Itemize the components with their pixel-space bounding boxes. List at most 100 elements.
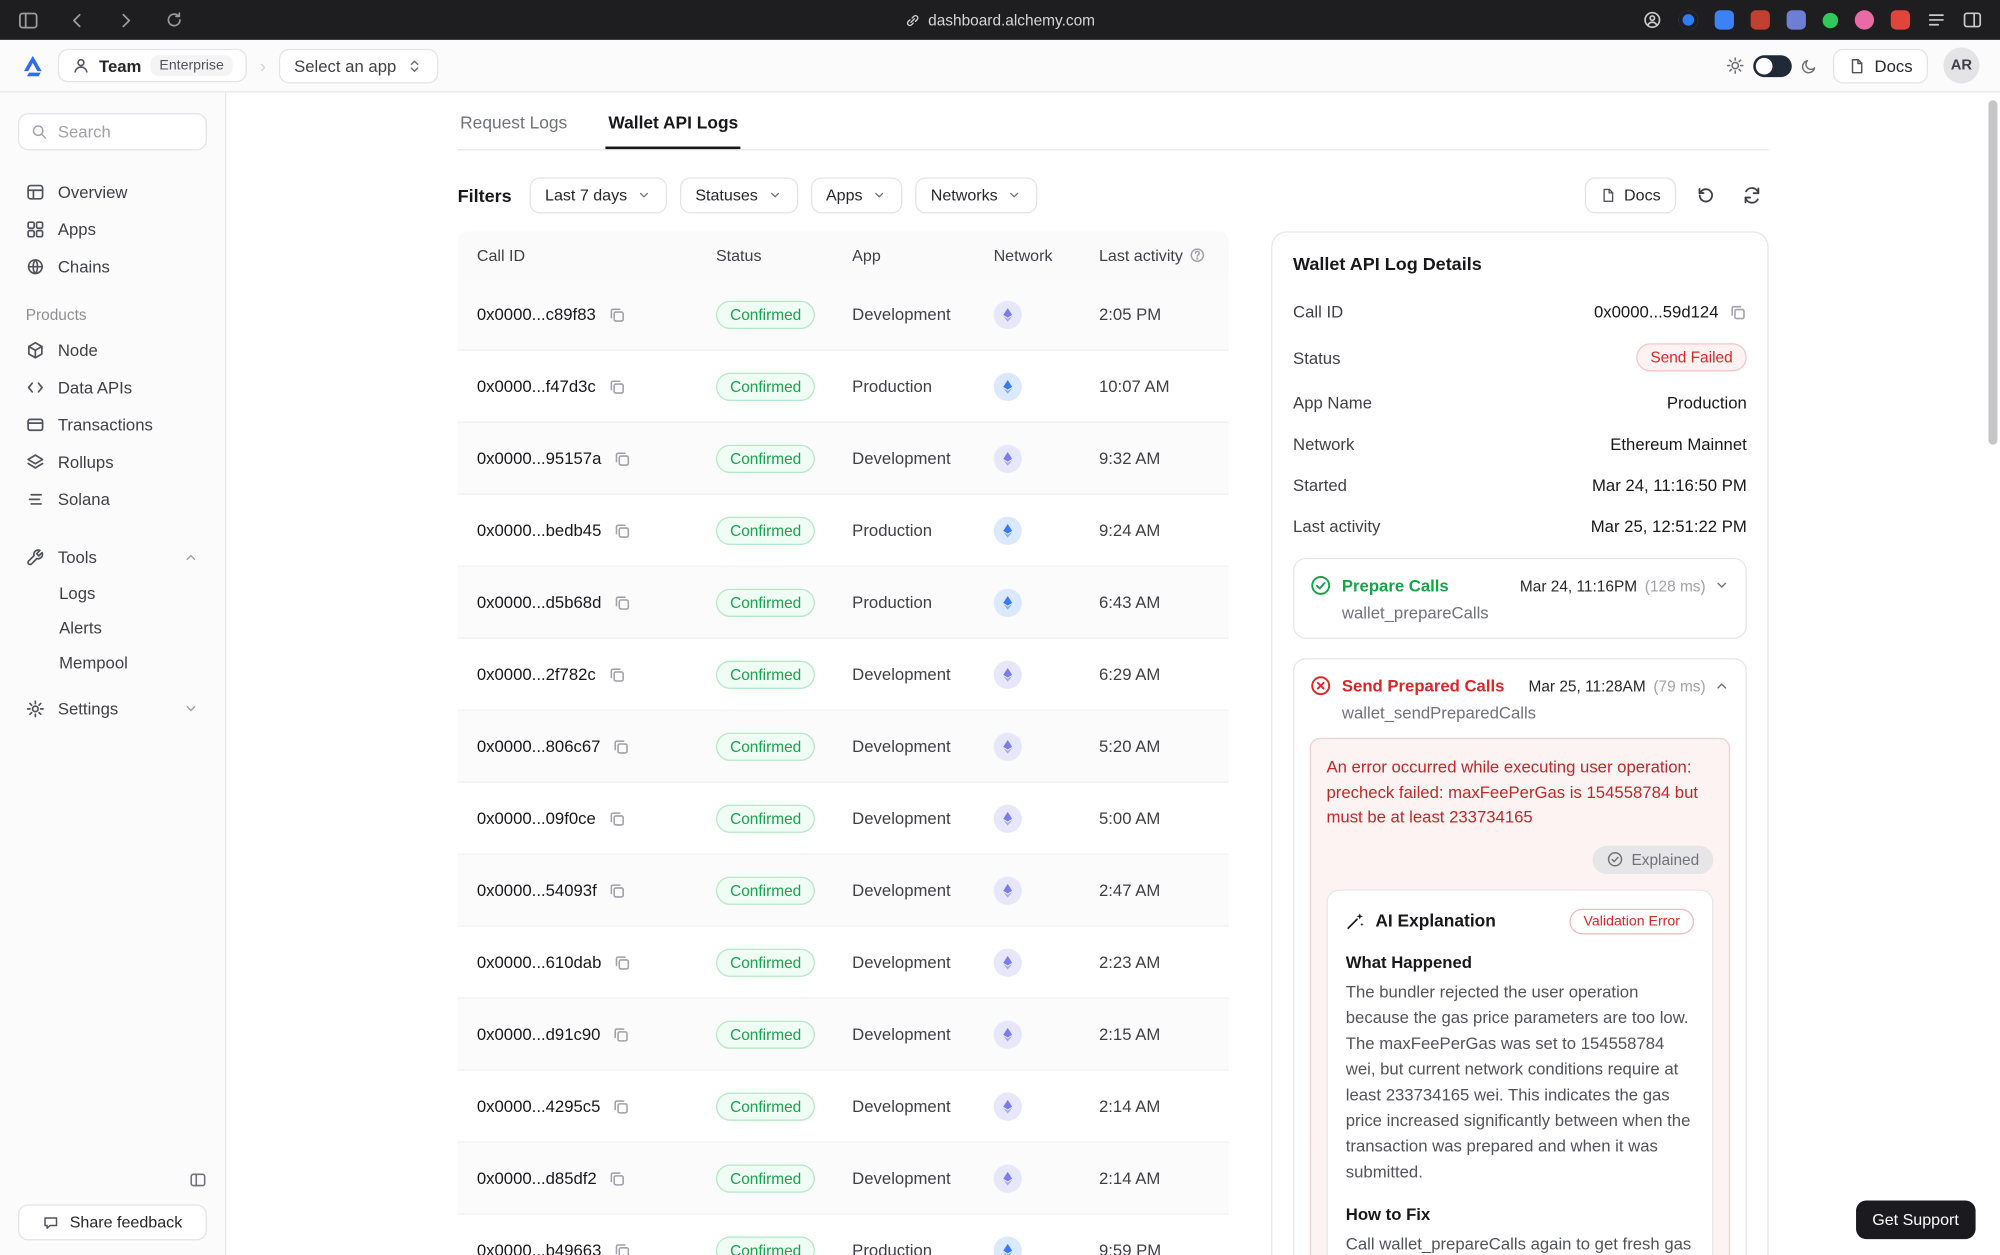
copy-icon[interactable] xyxy=(607,665,625,683)
forward-icon[interactable] xyxy=(116,10,137,31)
copy-icon[interactable] xyxy=(608,881,626,899)
extension-icon-slate[interactable] xyxy=(1787,10,1806,29)
table-row[interactable]: 0x0000...d5b68d Confirmed Production 6:4… xyxy=(458,567,1229,639)
copy-icon[interactable] xyxy=(608,1169,626,1187)
sidebar-item-node[interactable]: Node xyxy=(18,332,207,369)
copy-icon[interactable] xyxy=(607,809,625,827)
tab-wallet-api-logs[interactable]: Wallet API Logs xyxy=(606,103,741,149)
table-row[interactable]: 0x0000...f47d3c Confirmed Production 10:… xyxy=(458,351,1229,423)
help-circle-icon[interactable] xyxy=(1189,247,1206,264)
chevron-up-icon[interactable] xyxy=(1713,677,1730,694)
copy-icon[interactable] xyxy=(613,1241,631,1255)
table-row[interactable]: 0x0000...95157a Confirmed Development 9:… xyxy=(458,423,1229,495)
tab-request-logs[interactable]: Request Logs xyxy=(458,103,570,149)
extension-icon-crimson[interactable] xyxy=(1891,10,1910,29)
filters-docs-button[interactable]: Docs xyxy=(1584,177,1676,213)
tab-overview-icon[interactable] xyxy=(1963,10,1982,29)
copy-icon[interactable] xyxy=(613,449,631,467)
network-icon xyxy=(994,732,1022,760)
extension-icon-record[interactable] xyxy=(1679,10,1698,29)
sidebar-item-label: Settings xyxy=(58,699,118,718)
explained-button[interactable]: Explained xyxy=(1593,845,1713,873)
collapse-sidebar-icon[interactable] xyxy=(189,1171,207,1189)
sidebar-item-settings[interactable]: Settings xyxy=(18,690,207,727)
copy-icon[interactable] xyxy=(612,1097,630,1115)
detail-network: Ethereum Mainnet xyxy=(1610,434,1747,453)
back-icon[interactable] xyxy=(67,10,88,31)
table-row[interactable]: 0x0000...d91c90 Confirmed Development 2:… xyxy=(458,999,1229,1071)
chevron-up-icon xyxy=(183,549,200,566)
extension-icon-pink[interactable] xyxy=(1855,10,1874,29)
time-range-filter[interactable]: Last 7 days xyxy=(530,177,667,213)
copy-icon[interactable] xyxy=(607,305,625,323)
page-scrollbar[interactable] xyxy=(1988,100,1997,444)
share-feedback-button[interactable]: Share feedback xyxy=(18,1204,207,1240)
call-id-text: 0x0000...95157a xyxy=(477,449,602,468)
networks-value: Networks xyxy=(931,186,998,204)
docs-button[interactable]: Docs xyxy=(1833,48,1928,83)
theme-toggle[interactable] xyxy=(1754,55,1793,77)
search-input[interactable] xyxy=(58,122,194,141)
networks-filter[interactable]: Networks xyxy=(915,177,1037,213)
avatar[interactable]: AR xyxy=(1943,48,1979,84)
sidebar-item-overview[interactable]: Overview xyxy=(18,174,207,211)
details-title: Wallet API Log Details xyxy=(1293,253,1747,274)
sidebar-item-alerts[interactable]: Alerts xyxy=(18,611,207,646)
extension-icon-blue[interactable] xyxy=(1715,10,1734,29)
copy-icon[interactable] xyxy=(612,1025,630,1043)
copy-icon[interactable] xyxy=(613,521,631,539)
apps-filter[interactable]: Apps xyxy=(811,177,903,213)
sidebar-item-rollups[interactable]: Rollups xyxy=(18,443,207,480)
table-row[interactable]: 0x0000...4295c5 Confirmed Development 2:… xyxy=(458,1071,1229,1143)
table-row[interactable]: 0x0000...09f0ce Confirmed Development 5:… xyxy=(458,783,1229,855)
copy-icon[interactable] xyxy=(612,737,630,755)
sidebar-item-apps[interactable]: Apps xyxy=(18,211,207,248)
table-row[interactable]: 0x0000...c89f83 Confirmed Development 2:… xyxy=(458,279,1229,351)
privacy-icon[interactable] xyxy=(1643,10,1662,29)
sidebar-item-data-apis[interactable]: Data APIs xyxy=(18,369,207,406)
app-cell: Development xyxy=(852,1168,993,1187)
copy-icon[interactable] xyxy=(613,593,631,611)
table-row[interactable]: 0x0000...bedb45 Confirmed Production 9:2… xyxy=(458,495,1229,567)
team-selector[interactable]: Team Enterprise xyxy=(58,49,247,82)
app-selector-dropdown[interactable]: Select an app xyxy=(279,48,439,83)
refresh-icon[interactable] xyxy=(1735,179,1768,212)
copy-icon[interactable] xyxy=(613,953,631,971)
network-icon xyxy=(994,804,1022,832)
copy-icon[interactable] xyxy=(1729,303,1747,321)
sidebar-item-solana[interactable]: Solana xyxy=(18,481,207,518)
status-badge: Confirmed xyxy=(716,372,815,400)
get-support-button[interactable]: Get Support xyxy=(1856,1201,1976,1240)
address-bar[interactable]: dashboard.alchemy.com xyxy=(905,11,1095,29)
last-activity-cell: 10:07 AM xyxy=(1099,377,1210,396)
copy-icon[interactable] xyxy=(607,377,625,395)
statuses-filter[interactable]: Statuses xyxy=(680,177,798,213)
table-row[interactable]: 0x0000...54093f Confirmed Development 2:… xyxy=(458,855,1229,927)
reset-history-icon[interactable] xyxy=(1689,179,1722,212)
extension-icon-red[interactable] xyxy=(1751,10,1770,29)
reload-icon[interactable] xyxy=(165,10,184,29)
reading-list-icon[interactable] xyxy=(1927,10,1946,29)
app-selector-label: Select an app xyxy=(294,56,396,75)
chevron-down-icon[interactable] xyxy=(1713,577,1730,594)
extension-icon-green[interactable] xyxy=(1823,12,1838,27)
search-icon xyxy=(31,123,48,140)
alchemy-logo[interactable] xyxy=(21,53,45,77)
table-row[interactable]: 0x0000...d85df2 Confirmed Development 2:… xyxy=(458,1143,1229,1215)
sidebar-item-transactions[interactable]: Transactions xyxy=(18,406,207,443)
sidebar-item-logs[interactable]: Logs xyxy=(18,576,207,611)
status-badge: Confirmed xyxy=(716,1164,815,1192)
sidebar-item-tools[interactable]: Tools xyxy=(18,539,207,576)
table-row[interactable]: 0x0000...806c67 Confirmed Development 5:… xyxy=(458,711,1229,783)
search-box[interactable] xyxy=(18,113,207,150)
node-cube-icon xyxy=(26,341,45,360)
table-row[interactable]: 0x0000...2f782c Confirmed Development 6:… xyxy=(458,639,1229,711)
table-row[interactable]: 0x0000...610dab Confirmed Development 2:… xyxy=(458,927,1229,999)
sidebar-item-chains[interactable]: Chains xyxy=(18,248,207,285)
table-row[interactable]: 0x0000...b49663 Confirmed Production 9:5… xyxy=(458,1215,1229,1255)
browser-sidebar-icon[interactable] xyxy=(18,10,39,31)
chevron-down-icon xyxy=(636,188,651,203)
status-badge: Confirmed xyxy=(716,300,815,328)
app-cell: Production xyxy=(852,521,993,540)
sidebar-item-mempool[interactable]: Mempool xyxy=(18,645,207,680)
